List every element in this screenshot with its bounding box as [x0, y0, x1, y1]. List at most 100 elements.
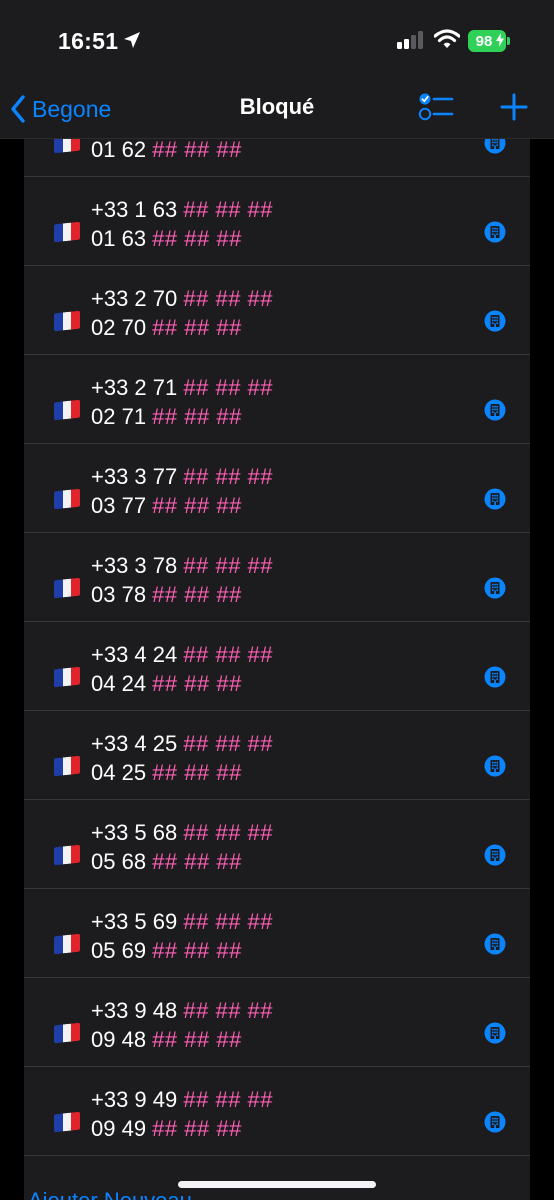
number-pattern: +33 4 24 ## ## ## 04 24 ## ## ## — [91, 640, 273, 698]
national-prefix: 03 77 — [91, 493, 153, 518]
international-pattern: +33 1 63 ## ## ## — [91, 195, 273, 224]
add-icon[interactable] — [499, 92, 529, 127]
international-prefix: +33 9 48 — [91, 998, 184, 1023]
list-item[interactable]: +33 5 68 ## ## ## 05 68 ## ## ## — [24, 800, 530, 889]
business-building-icon[interactable] — [484, 1022, 506, 1049]
national-pattern: 09 49 ## ## ## — [91, 1114, 273, 1143]
list-item[interactable]: +33 1 63 ## ## ## 01 63 ## ## ## — [24, 177, 530, 266]
status-time: 16:51 — [58, 28, 119, 54]
france-flag-icon — [54, 310, 80, 332]
business-building-icon[interactable] — [484, 1111, 506, 1138]
national-prefix: 03 78 — [91, 582, 153, 607]
masked-digits: ## ## ## — [183, 286, 274, 311]
number-pattern: +33 5 69 ## ## ## 05 69 ## ## ## — [91, 907, 273, 965]
masked-digits: ## ## ## — [183, 1087, 274, 1112]
masked-digits: ## ## ## — [183, 197, 274, 222]
masked-digits: ## ## ## — [183, 464, 274, 489]
business-building-icon[interactable] — [484, 488, 506, 515]
international-pattern: +33 5 68 ## ## ## — [91, 818, 273, 847]
masked-digits: ## ## ## — [152, 493, 242, 518]
battery-tip — [507, 37, 510, 45]
add-new-button[interactable]: Ajouter Nouveau — [28, 1188, 192, 1200]
national-pattern: 03 77 ## ## ## — [91, 491, 273, 520]
masked-digits: ## ## ## — [152, 760, 242, 785]
international-prefix: +33 4 24 — [91, 642, 184, 667]
business-building-icon[interactable] — [484, 755, 506, 782]
list-item[interactable]: +33 3 78 ## ## ## 03 78 ## ## ## — [24, 533, 530, 622]
masked-digits: ## ## ## — [183, 642, 274, 667]
number-pattern: +33 9 49 ## ## ## 09 49 ## ## ## — [91, 1085, 273, 1143]
navigation-bar: Begone Bloqué — [0, 80, 554, 139]
list-item[interactable]: +33 5 69 ## ## ## 05 69 ## ## ## — [24, 889, 530, 978]
cellular-signal-icon — [397, 31, 425, 54]
international-pattern: +33 3 77 ## ## ## — [91, 462, 273, 491]
national-pattern: 01 63 ## ## ## — [91, 224, 273, 253]
number-pattern: +33 1 63 ## ## ## 01 63 ## ## ## — [91, 195, 273, 253]
number-pattern: +33 5 68 ## ## ## 05 68 ## ## ## — [91, 818, 273, 876]
international-prefix: +33 9 49 — [91, 1087, 184, 1112]
national-prefix: 02 71 — [91, 404, 153, 429]
masked-digits: ## ## ## — [152, 226, 242, 251]
status-bar: 16:51 98 — [0, 0, 554, 80]
number-pattern: +33 3 78 ## ## ## 03 78 ## ## ## — [91, 551, 273, 609]
national-pattern: 04 25 ## ## ## — [91, 758, 273, 787]
france-flag-icon — [54, 399, 80, 421]
list-item[interactable]: +33 2 71 ## ## ## 02 71 ## ## ## — [24, 355, 530, 444]
list-item[interactable]: +33 2 70 ## ## ## 02 70 ## ## ## — [24, 266, 530, 355]
list-item[interactable]: +33 9 48 ## ## ## 09 48 ## ## ## — [24, 978, 530, 1067]
screen: 16:51 98 Begone Bloqué 01 62 ## ## ## +3… — [0, 0, 554, 1200]
number-pattern: +33 1 62 ## ## ## 01 62 ## ## ## — [91, 138, 273, 164]
number-pattern: +33 2 70 ## ## ## 02 70 ## ## ## — [91, 284, 273, 342]
masked-digits: ## ## ## — [183, 909, 274, 934]
battery-indicator: 98 — [468, 30, 510, 52]
international-pattern: +33 3 78 ## ## ## — [91, 551, 273, 580]
business-building-icon[interactable] — [484, 399, 506, 426]
business-building-icon[interactable] — [484, 221, 506, 248]
number-pattern: +33 4 25 ## ## ## 04 25 ## ## ## — [91, 729, 273, 787]
blocked-numbers-list[interactable]: +33 1 62 ## ## ## 01 62 ## ## ## +3 — [24, 138, 530, 1200]
business-building-icon[interactable] — [484, 844, 506, 871]
masked-digits: ## ## ## — [152, 671, 242, 696]
national-prefix: 04 25 — [91, 760, 153, 785]
list-item[interactable]: +33 4 25 ## ## ## 04 25 ## ## ## — [24, 711, 530, 800]
international-prefix: +33 5 69 — [91, 909, 184, 934]
national-pattern: 04 24 ## ## ## — [91, 669, 273, 698]
masked-digits: ## ## ## — [183, 820, 274, 845]
list-item[interactable]: +33 9 49 ## ## ## 09 49 ## ## ## — [24, 1067, 530, 1156]
national-pattern: 02 70 ## ## ## — [91, 313, 273, 342]
national-prefix: 01 63 — [91, 226, 153, 251]
france-flag-icon — [54, 933, 80, 955]
checklist-icon[interactable] — [418, 92, 454, 127]
business-building-icon[interactable] — [484, 577, 506, 604]
list-item[interactable]: +33 1 62 ## ## ## 01 62 ## ## ## — [24, 138, 530, 177]
national-prefix: 09 49 — [91, 1116, 153, 1141]
france-flag-icon — [54, 488, 80, 510]
masked-digits: ## ## ## — [183, 998, 274, 1023]
business-building-icon[interactable] — [484, 138, 506, 159]
national-prefix: 02 70 — [91, 315, 153, 340]
business-building-icon[interactable] — [484, 933, 506, 960]
masked-digits: ## ## ## — [152, 404, 242, 429]
list-item[interactable]: +33 3 77 ## ## ## 03 77 ## ## ## — [24, 444, 530, 533]
masked-digits: ## ## ## — [152, 1116, 242, 1141]
number-pattern: +33 9 48 ## ## ## 09 48 ## ## ## — [91, 996, 273, 1054]
home-indicator — [178, 1181, 376, 1188]
national-pattern: 01 62 ## ## ## — [91, 138, 273, 164]
international-prefix: +33 4 25 — [91, 731, 184, 756]
national-pattern: 03 78 ## ## ## — [91, 580, 273, 609]
national-pattern: 09 48 ## ## ## — [91, 1025, 273, 1054]
international-prefix: +33 3 77 — [91, 464, 184, 489]
left-gutter — [0, 138, 24, 1200]
masked-digits: ## ## ## — [152, 315, 242, 340]
national-prefix: 04 24 — [91, 671, 153, 696]
masked-digits: ## ## ## — [183, 731, 274, 756]
france-flag-icon — [54, 138, 80, 154]
international-pattern: +33 5 69 ## ## ## — [91, 907, 273, 936]
masked-digits: ## ## ## — [152, 1027, 242, 1052]
masked-digits: ## ## ## — [152, 582, 242, 607]
national-prefix: 01 62 — [91, 138, 153, 162]
france-flag-icon — [54, 1022, 80, 1044]
business-building-icon[interactable] — [484, 666, 506, 693]
list-item[interactable]: +33 4 24 ## ## ## 04 24 ## ## ## — [24, 622, 530, 711]
business-building-icon[interactable] — [484, 310, 506, 337]
